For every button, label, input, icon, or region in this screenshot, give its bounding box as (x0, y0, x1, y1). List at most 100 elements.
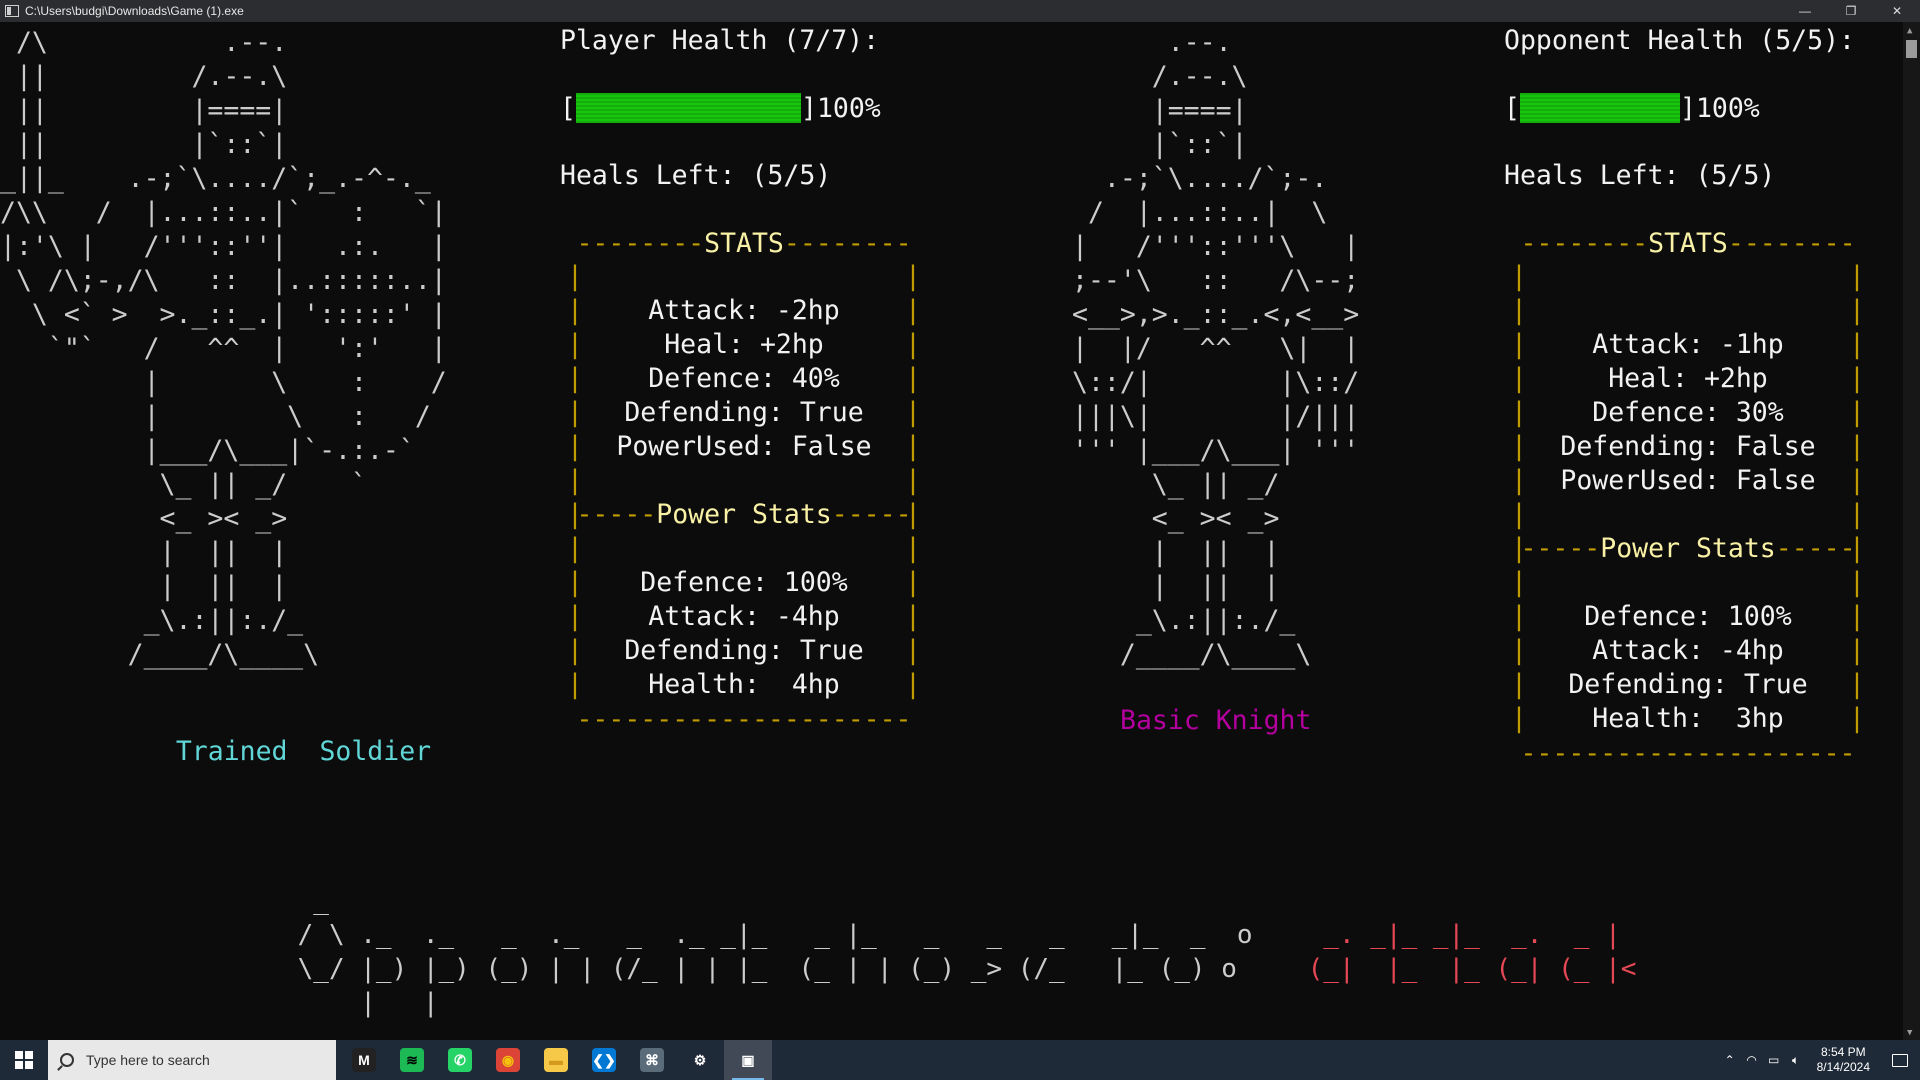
player-stat-value: Heal: +2hp (664, 329, 824, 360)
player-health-percent: 100% (816, 92, 881, 124)
taskbar: Type here to search M ≋ ✆ ◉ ▬ ❮❯ ⌘ ⚙ ▣ ⌃ ◠ ▭ 🔈︎ … (0, 1040, 1920, 1080)
opponent-power-stat-row: | Defence: 100% | (1511, 601, 1865, 632)
whatsapp-taskbar-button[interactable]: ✆ (436, 1040, 484, 1080)
chrome-taskbar-button[interactable]: ◉ (484, 1040, 532, 1080)
notifications-button[interactable] (1880, 1040, 1920, 1080)
player-power-stat-value: Defending: True (624, 635, 864, 666)
system-tray: ⌃ ◠ ▭ 🔈︎ 8:54 PM 8/14/2024 (1719, 1040, 1920, 1080)
m-app-icon: M (352, 1048, 376, 1072)
console-app-icon: ▣ (741, 1051, 755, 1068)
console-output: /\ .--. || /.--.\ || |====| || |`::`| _|… (0, 22, 1903, 1040)
vscode-icon: ❮❯ (592, 1048, 616, 1072)
player-name-part2: Soldier (319, 736, 432, 767)
player-heals-left: Heals Left: (5/5) (560, 160, 832, 191)
player-power-stat-row: | Attack: -4hp | (567, 601, 921, 632)
search-icon (60, 1053, 74, 1067)
m-app-taskbar-button[interactable]: M (340, 1040, 388, 1080)
opponent-heals-left: Heals Left: (5/5) (1504, 160, 1776, 191)
player-power-stat-value: Attack: -4hp (648, 601, 840, 632)
chevron-up-icon[interactable]: ⌃ (1719, 1053, 1741, 1067)
opponent-power-header: | -----Power Stats----- | (1511, 533, 1865, 564)
banner-action-attack: _. _|_ _|_ _. _ | (_| |_ |_ (_| (_ |< (1307, 920, 1637, 984)
player-stat-value: Defence: 40% (648, 363, 840, 394)
player-stats-footer: --------------------- (576, 704, 912, 735)
player-name-part1: Trained (175, 736, 288, 767)
console-scrollbar[interactable]: ▲ ▼ (1903, 22, 1920, 1040)
opponent-stat-row: | PowerUsed: False | (1511, 465, 1865, 496)
player-stat-value: PowerUsed: False (616, 431, 872, 462)
opponent-stats-box: --------STATS-------- | | | | | Attack: -1h… (1511, 228, 1865, 769)
opponent-stat-row: | Attack: -1hp | (1511, 329, 1865, 360)
opponent-health-bar: [] 100% (1504, 92, 1760, 124)
opponent-power-stat-value: Defending: True (1568, 669, 1808, 700)
opponent-power-stat-value: Defence: 100% (1584, 601, 1792, 632)
player-power-stat-value: Defence: 100% (640, 567, 848, 598)
window-title: C:\Users\budgi\Downloads\Game (1).exe (25, 4, 244, 18)
search-placeholder: Type here to search (86, 1052, 210, 1068)
opponent-stat-row: | Defence: 30% | (1511, 397, 1865, 428)
player-power-stat-row: | Defending: True | (567, 635, 921, 666)
spotify-taskbar-button[interactable]: ≋ (388, 1040, 436, 1080)
player-health-label: Player Health (7/7): (560, 25, 880, 56)
opponent-power-stat-row: | Defending: True | (1511, 669, 1865, 700)
player-health-fill (575, 93, 801, 123)
file-explorer-taskbar-button[interactable]: ▬ (532, 1040, 580, 1080)
console-app-taskbar-button[interactable]: ▣ (724, 1040, 772, 1080)
clock[interactable]: 8:54 PM 8/14/2024 (1807, 1045, 1880, 1075)
taskbar-search-box[interactable]: Type here to search (48, 1040, 336, 1080)
player-power-header: | -----Power Stats----- | (567, 499, 921, 530)
opponent-stat-value: PowerUsed: False (1560, 465, 1816, 496)
spotify-icon: ≋ (400, 1048, 424, 1072)
player-stat-row: | Attack: -2hp | (567, 295, 921, 326)
pinned-apps: M ≋ ✆ ◉ ▬ ❮❯ ⌘ ⚙ ▣ (340, 1040, 772, 1080)
scroll-up-icon[interactable]: ▲ (1907, 26, 1912, 36)
chrome-icon: ◉ (496, 1048, 520, 1072)
opponent-name: Basic Knight (1120, 705, 1312, 736)
banner-opponent-chose-to: _ / \ ._ ._ _ ._ _ ._ _|_ _ |_ _ _ _ _|_… (297, 886, 1253, 1018)
player-power-stat-value: Health: 4hp (648, 669, 840, 700)
player-health-bar: [] 100% (560, 92, 881, 124)
player-stat-row: | PowerUsed: False | (567, 431, 921, 462)
volume-icon[interactable]: 🔈︎ (1785, 1053, 1807, 1068)
opponent-health-label: Opponent Health (5/5): (1504, 25, 1855, 56)
console-window-icon (5, 5, 19, 17)
player-name: Trained Soldier (112, 705, 431, 798)
player-power-stat-row: | Health: 4hp | (567, 669, 921, 700)
start-button[interactable] (0, 1040, 48, 1080)
settings-taskbar-button[interactable]: ⚙ (676, 1040, 724, 1080)
player-stat-row: | Defending: True | (567, 397, 921, 428)
file-explorer-icon: ▬ (544, 1048, 568, 1072)
opponent-stat-row: | Heal: +2hp | (1511, 363, 1865, 394)
opponent-stat-value: Defending: False (1560, 431, 1816, 462)
minimize-button[interactable]: — (1782, 0, 1828, 22)
player-stats-box: --------STATS-------- | | | Attack: -2hp | |… (567, 228, 921, 735)
player-power-stat-row: | Defence: 100% | (567, 567, 921, 598)
close-button[interactable]: ✕ (1874, 0, 1920, 22)
player-stat-row: | Defence: 40% | (567, 363, 921, 394)
player-stat-row: | Heal: +2hp | (567, 329, 921, 360)
network-icon[interactable]: ◠ (1741, 1053, 1763, 1067)
opponent-stats-header: --------STATS-------- (1520, 228, 1856, 259)
vscode-taskbar-button[interactable]: ❮❯ (580, 1040, 628, 1080)
scroll-down-icon[interactable]: ▼ (1907, 1028, 1912, 1038)
opponent-stat-value: Defence: 30% (1592, 397, 1784, 428)
player-stat-value: Defending: True (624, 397, 864, 428)
restore-button[interactable]: ❐ (1828, 0, 1874, 22)
opponent-health-percent: 100% (1695, 92, 1760, 124)
window-title-bar: C:\Users\budgi\Downloads\Game (1).exe — … (0, 0, 1920, 22)
battery-icon[interactable]: ▭ (1763, 1053, 1785, 1067)
opponent-stat-value: Heal: +2hp (1608, 363, 1768, 394)
windows-logo-icon (15, 1051, 33, 1069)
opponent-health-fill (1519, 93, 1680, 123)
opponent-health-track (1519, 93, 1680, 123)
whatsapp-icon: ✆ (448, 1048, 472, 1072)
notification-icon (1892, 1053, 1908, 1067)
opponent-stat-value: Attack: -1hp (1592, 329, 1784, 360)
clock-time: 8:54 PM (1820, 1045, 1866, 1059)
opponent-stats-footer: --------------------- (1520, 738, 1856, 769)
opponent-power-stat-row: | Health: 3hp | (1511, 703, 1865, 734)
opponent-power-stat-row: | Attack: -4hp | (1511, 635, 1865, 666)
scrollbar-thumb[interactable] (1906, 40, 1917, 58)
game-controller-taskbar-button[interactable]: ⌘ (628, 1040, 676, 1080)
opponent-stat-row: | Defending: False | (1511, 431, 1865, 462)
